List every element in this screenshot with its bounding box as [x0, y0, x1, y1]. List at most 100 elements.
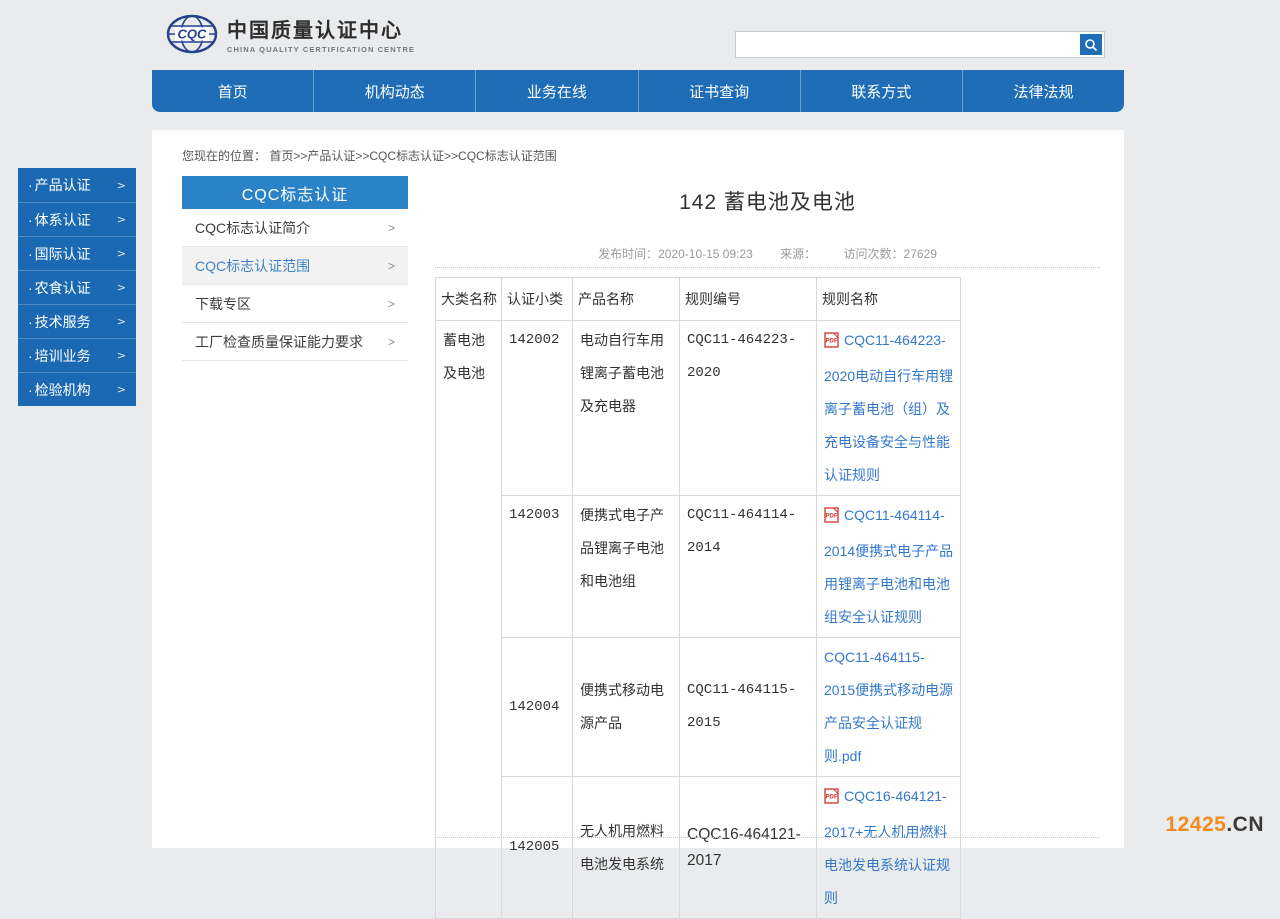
- nav-item-online-business[interactable]: 业务在线: [475, 70, 637, 112]
- nav-item-certificate-query[interactable]: 证书查询: [638, 70, 800, 112]
- svg-text:PDF: PDF: [826, 339, 838, 345]
- product-cell: 电动自行车用锂离子蓄电池及充电器: [573, 321, 680, 496]
- menu-item-label: CQC标志认证范围: [195, 256, 388, 276]
- publish-time-label: 发布时间：: [598, 247, 658, 261]
- rule-link-text: CQC16-464121-2017+无人机用燃料电池发电系统认证规则: [824, 788, 950, 906]
- rule-name-cell: PDFCQC11-464223-2020电动自行车用锂离子蓄电池（组）及充电设备…: [817, 321, 961, 496]
- primary-sidebar: · 产品认证 > · 体系认证 > · 国际认证 > · 农食认证 > · 技术…: [18, 168, 136, 406]
- rule-link-text: CQC11-464223-2020电动自行车用锂离子蓄电池（组）及充电设备安全与…: [824, 332, 953, 483]
- sidebar-item-training[interactable]: · 培训业务 >: [18, 338, 136, 372]
- search-button[interactable]: [1080, 34, 1102, 55]
- sidebar-item-technical-service[interactable]: · 技术服务 >: [18, 304, 136, 338]
- sidebar-item-label: 国际认证: [35, 244, 117, 264]
- menu-item-factory-inspection[interactable]: 工厂检查质量保证能力要求 >: [182, 323, 408, 361]
- chevron-right-icon: >: [388, 335, 395, 349]
- site-subtitle: CHINA QUALITY CERTIFICATION CENTRE: [227, 45, 415, 54]
- column-header-category: 大类名称: [436, 278, 502, 321]
- table-row: 142003 便携式电子产品锂离子电池和电池组 CQC11-464114-201…: [436, 496, 961, 638]
- article-meta: 发布时间：2020-10-15 09:23 来源： 访问次数：27629: [435, 245, 1100, 262]
- chevron-right-icon: >: [117, 349, 126, 362]
- sidebar-item-product-cert[interactable]: · 产品认证 >: [18, 168, 136, 202]
- menu-item-downloads[interactable]: 下载专区 >: [182, 285, 408, 323]
- visits-value: 27629: [904, 247, 937, 261]
- chevron-right-icon: >: [117, 383, 126, 396]
- sidebar-item-label: 培训业务: [35, 346, 117, 366]
- table-row: 142004 便携式移动电源产品 CQC11-464115-2015 CQC11…: [436, 638, 961, 777]
- menu-item-label: 工厂检查质量保证能力要求: [195, 332, 388, 352]
- search-icon: [1084, 38, 1098, 52]
- bullet-icon: ·: [28, 246, 33, 262]
- chevron-right-icon: >: [388, 221, 395, 235]
- site-logo[interactable]: CQC 中国质量认证中心 CHINA QUALITY CERTIFICATION…: [166, 14, 415, 59]
- rule-name-cell: PDFCQC11-464114-2014便携式电子产品用锂离子电池和电池组安全认…: [817, 496, 961, 638]
- subclass-cell: 142003: [502, 496, 573, 638]
- certification-rules-table: 大类名称 认证小类 产品名称 规则编号 规则名称 蓄电池及电池 142002 电…: [435, 277, 961, 919]
- search-box: [735, 31, 1105, 58]
- bullet-icon: ·: [28, 177, 33, 193]
- visits-label: 访问次数：: [844, 247, 904, 261]
- column-header-product: 产品名称: [573, 278, 680, 321]
- chevron-right-icon: >: [388, 297, 395, 311]
- cqc-globe-logo-icon: CQC: [166, 14, 218, 59]
- chevron-right-icon: >: [388, 259, 395, 273]
- menu-item-label: CQC标志认证简介: [195, 218, 388, 238]
- rule-pdf-link[interactable]: CQC11-464115-2015便携式移动电源产品安全认证规则.pdf: [824, 649, 953, 764]
- product-cell: 便携式移动电源产品: [573, 638, 680, 777]
- sidebar-item-international-cert[interactable]: · 国际认证 >: [18, 236, 136, 270]
- rule-pdf-link[interactable]: PDFCQC11-464114-2014便携式电子产品用锂离子电池和电池组安全认…: [824, 507, 953, 625]
- nav-item-organization-news[interactable]: 机构动态: [313, 70, 475, 112]
- chevron-right-icon: >: [117, 213, 126, 226]
- sidebar-item-label: 体系认证: [35, 210, 117, 230]
- pdf-icon: PDF: [824, 783, 839, 816]
- bullet-icon: ·: [28, 212, 33, 228]
- bullet-icon: ·: [28, 314, 33, 330]
- subclass-cell: 142002: [502, 321, 573, 496]
- watermark-suffix: .CN: [1226, 813, 1264, 836]
- column-header-subclass: 认证小类: [502, 278, 573, 321]
- chevron-right-icon: >: [117, 315, 126, 328]
- nav-item-contact[interactable]: 联系方式: [800, 70, 962, 112]
- svg-text:CQC: CQC: [178, 27, 208, 42]
- pdf-icon: PDF: [824, 327, 839, 360]
- bullet-icon: ·: [28, 280, 33, 296]
- table-header-row: 大类名称 认证小类 产品名称 规则编号 规则名称: [436, 278, 961, 321]
- site-title: 中国质量认证中心: [227, 19, 415, 43]
- category-cell: 蓄电池及电池: [436, 321, 502, 919]
- sidebar-item-agrifood-cert[interactable]: · 农食认证 >: [18, 270, 136, 304]
- divider: [435, 837, 1100, 838]
- search-input[interactable]: [736, 32, 1104, 57]
- menu-item-label: 下载专区: [195, 294, 388, 314]
- sidebar-item-label: 技术服务: [35, 312, 117, 332]
- sidebar-item-inspection-org[interactable]: · 检验机构 >: [18, 372, 136, 406]
- svg-text:PDF: PDF: [826, 795, 838, 801]
- nav-item-legal[interactable]: 法律法规: [962, 70, 1124, 112]
- rule-no-cell: CQC11-464115-2015: [680, 638, 817, 777]
- chevron-right-icon: >: [117, 247, 126, 260]
- product-cell: 便携式电子产品锂离子电池和电池组: [573, 496, 680, 638]
- column-header-rule-no: 规则编号: [680, 278, 817, 321]
- source-label: 来源：: [780, 247, 816, 261]
- rule-pdf-link[interactable]: PDFCQC11-464223-2020电动自行车用锂离子蓄电池（组）及充电设备…: [824, 332, 953, 483]
- sidebar-item-label: 农食认证: [35, 278, 117, 298]
- chevron-right-icon: >: [117, 281, 126, 294]
- menu-title: CQC标志认证: [182, 176, 408, 209]
- site-watermark: 12425.CN: [1165, 813, 1264, 837]
- watermark-number: 12425: [1165, 813, 1226, 836]
- sidebar-item-system-cert[interactable]: · 体系认证 >: [18, 202, 136, 236]
- rule-no-cell: CQC11-464114-2014: [680, 496, 817, 638]
- main-navigation: 首页 机构动态 业务在线 证书查询 联系方式 法律法规: [152, 70, 1124, 112]
- sidebar-item-label: 产品认证: [35, 175, 117, 195]
- page-title: 142 蓄电池及电池: [435, 186, 1100, 216]
- nav-item-home[interactable]: 首页: [152, 70, 313, 112]
- menu-item-cqc-mark-intro[interactable]: CQC标志认证简介 >: [182, 209, 408, 247]
- rule-pdf-link[interactable]: PDFCQC16-464121-2017+无人机用燃料电池发电系统认证规则: [824, 788, 950, 906]
- rule-link-text: CQC11-464114-2014便携式电子产品用锂离子电池和电池组安全认证规则: [824, 507, 953, 625]
- publish-time-value: 2020-10-15 09:23: [658, 247, 753, 261]
- bullet-icon: ·: [28, 348, 33, 364]
- subclass-cell: 142004: [502, 638, 573, 777]
- chevron-right-icon: >: [117, 179, 126, 192]
- column-header-rule-name: 规则名称: [817, 278, 961, 321]
- svg-text:PDF: PDF: [826, 514, 838, 520]
- article-area: 142 蓄电池及电池 发布时间：2020-10-15 09:23 来源： 访问次…: [435, 130, 1100, 848]
- menu-item-cqc-mark-scope[interactable]: CQC标志认证范围 >: [182, 247, 408, 285]
